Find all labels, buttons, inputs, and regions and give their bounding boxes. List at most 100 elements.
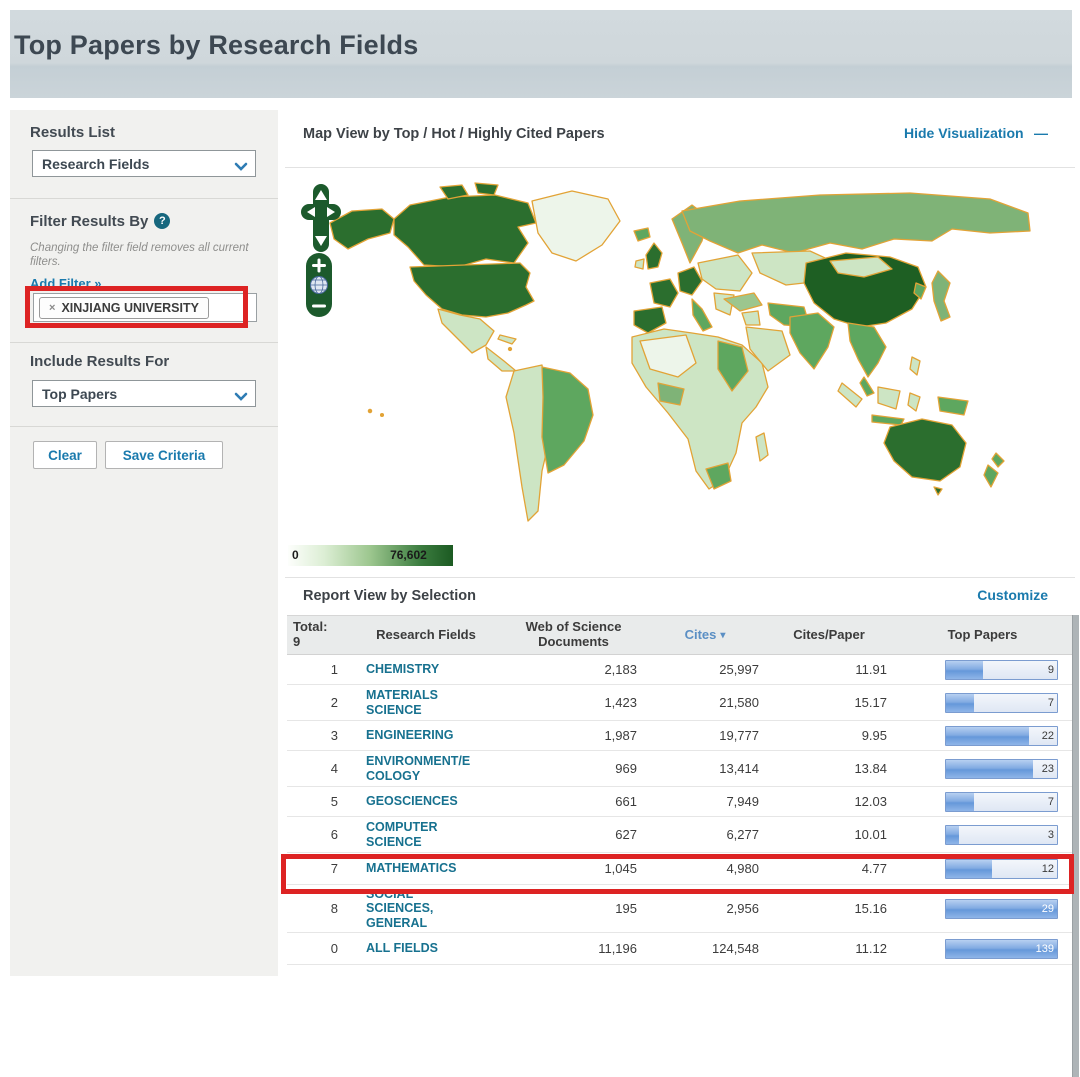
map-zoom-control[interactable] xyxy=(305,252,333,318)
row-cites-per-paper: 9.95 xyxy=(765,721,893,750)
row-docs: 1,045 xyxy=(502,853,645,884)
row-rank: 2 xyxy=(287,685,350,720)
countries[interactable] xyxy=(330,183,1030,521)
row-cites-per-paper: 4.77 xyxy=(765,853,893,884)
table-row: 5 GEOSCIENCES 661 7,949 12.03 7 xyxy=(287,787,1072,817)
hide-visualization-link[interactable]: Hide Visualization — xyxy=(904,125,1048,143)
filter-results-heading: Filter Results By xyxy=(30,213,148,230)
main-panel: Map View by Top / Hot / Highly Cited Pap… xyxy=(285,110,1075,976)
top-papers-bar: 12 xyxy=(945,859,1058,879)
row-cites: 124,548 xyxy=(645,933,765,964)
country-russia xyxy=(682,193,1030,253)
world-map[interactable] xyxy=(290,175,1070,545)
research-field-link[interactable]: MATHEMATICS xyxy=(366,861,457,875)
research-field-link[interactable]: CHEMISTRY xyxy=(366,662,439,676)
table-row: 3 ENGINEERING 1,987 19,777 9.95 22 xyxy=(287,721,1072,751)
table-row: 1 CHEMISTRY 2,183 25,997 11.91 9 xyxy=(287,655,1072,685)
country-greenland xyxy=(532,191,620,261)
legend-min-label: 0 xyxy=(292,548,299,562)
sort-desc-icon: ▾ xyxy=(720,630,725,641)
top-papers-bar: 139 xyxy=(945,939,1058,959)
minus-icon: — xyxy=(1034,125,1048,141)
chevron-down-icon xyxy=(234,159,248,175)
row-cites-per-paper: 15.16 xyxy=(765,885,893,932)
results-list-select[interactable]: Research Fields xyxy=(32,150,256,177)
column-header-cites[interactable]: Cites▾ xyxy=(645,616,765,654)
add-filter-link[interactable]: Add Filter » xyxy=(30,276,102,291)
page-title: Top Papers by Research Fields xyxy=(14,30,418,61)
divider xyxy=(10,426,278,427)
research-field-link[interactable]: ALL FIELDS xyxy=(366,941,438,955)
row-rank: 7 xyxy=(287,853,350,884)
row-docs: 1,987 xyxy=(502,721,645,750)
table-row: 8 SOCIAL SCIENCES, GENERAL 195 2,956 15.… xyxy=(287,885,1072,933)
country-japan xyxy=(932,271,950,321)
top-papers-bar: 23 xyxy=(945,759,1058,779)
row-docs: 11,196 xyxy=(502,933,645,964)
top-papers-bar: 7 xyxy=(945,792,1058,812)
country-australia xyxy=(884,419,966,481)
row-cites-per-paper: 10.01 xyxy=(765,817,893,852)
save-criteria-button[interactable]: Save Criteria xyxy=(105,441,223,469)
results-list-label: Results List xyxy=(30,124,115,141)
filter-note: Changing the filter field removes all cu… xyxy=(30,241,265,270)
country-germany xyxy=(678,267,702,295)
column-header-top-papers[interactable]: Top Papers xyxy=(893,616,1072,654)
row-rank: 6 xyxy=(287,817,350,852)
globe-icon xyxy=(311,277,328,294)
row-docs: 195 xyxy=(502,885,645,932)
column-header-cites-per-paper[interactable]: Cites/Paper xyxy=(765,616,893,654)
row-rank: 1 xyxy=(287,655,350,684)
research-field-link[interactable]: ENGINEERING xyxy=(366,728,454,742)
research-field-link[interactable]: GEOSCIENCES xyxy=(366,794,458,808)
research-field-link[interactable]: ENVIRONMENT/E COLOGY xyxy=(366,754,470,783)
row-cites: 25,997 xyxy=(645,655,765,684)
chevron-down-icon xyxy=(234,389,248,405)
include-results-select[interactable]: Top Papers xyxy=(32,380,256,407)
row-docs: 1,423 xyxy=(502,685,645,720)
research-field-link[interactable]: SOCIAL SCIENCES, GENERAL xyxy=(366,887,433,930)
row-docs: 661 xyxy=(502,787,645,816)
country-uk xyxy=(646,243,662,269)
row-rank: 0 xyxy=(287,933,350,964)
clear-button[interactable]: Clear xyxy=(33,441,97,469)
report-view-title: Report View by Selection xyxy=(303,588,476,604)
legend-max-label: 76,602 xyxy=(390,548,427,562)
remove-tag-icon[interactable]: × xyxy=(49,302,55,314)
row-cites: 4,980 xyxy=(645,853,765,884)
row-cites: 2,956 xyxy=(645,885,765,932)
divider xyxy=(285,577,1075,578)
row-cites-per-paper: 13.84 xyxy=(765,751,893,786)
divider xyxy=(10,198,278,199)
row-cites: 21,580 xyxy=(645,685,765,720)
sidebar: Results List Research Fields Filter Resu… xyxy=(10,110,278,976)
top-papers-bar: 29 xyxy=(945,899,1058,919)
top-papers-bar: 22 xyxy=(945,726,1058,746)
page-header: Top Papers by Research Fields xyxy=(10,10,1072,98)
table-row: 2 MATERIALS SCIENCE 1,423 21,580 15.17 7 xyxy=(287,685,1072,721)
row-rank: 3 xyxy=(287,721,350,750)
column-header-research-fields[interactable]: Research Fields xyxy=(350,616,502,654)
customize-link[interactable]: Customize xyxy=(977,587,1048,603)
help-icon[interactable]: ? xyxy=(154,213,170,229)
filter-tag-label: XINJIANG UNIVERSITY xyxy=(61,301,199,315)
map-pan-control[interactable] xyxy=(300,184,342,252)
row-docs: 969 xyxy=(502,751,645,786)
row-cites-per-paper: 15.17 xyxy=(765,685,893,720)
filter-tag[interactable]: × XINJIANG UNIVERSITY xyxy=(39,297,209,319)
table-scrollbar[interactable] xyxy=(1072,615,1079,1077)
region-eastern-europe xyxy=(698,255,752,291)
column-header-documents[interactable]: Web of Science Documents xyxy=(502,616,645,654)
research-field-link[interactable]: MATERIALS SCIENCE xyxy=(366,688,438,717)
row-cites-per-paper: 12.03 xyxy=(765,787,893,816)
filter-input[interactable]: × XINJIANG UNIVERSITY xyxy=(33,293,257,322)
report-table: Total: 9 Research Fields Web of Science … xyxy=(287,615,1072,965)
country-brazil xyxy=(542,367,593,473)
country-india xyxy=(790,313,834,369)
table-row: 4 ENVIRONMENT/E COLOGY 969 13,414 13.84 … xyxy=(287,751,1072,787)
row-cites: 6,277 xyxy=(645,817,765,852)
research-field-link[interactable]: COMPUTER SCIENCE xyxy=(366,820,438,849)
table-header-row: Total: 9 Research Fields Web of Science … xyxy=(287,615,1072,655)
top-papers-bar: 9 xyxy=(945,660,1058,680)
row-rank: 8 xyxy=(287,885,350,932)
